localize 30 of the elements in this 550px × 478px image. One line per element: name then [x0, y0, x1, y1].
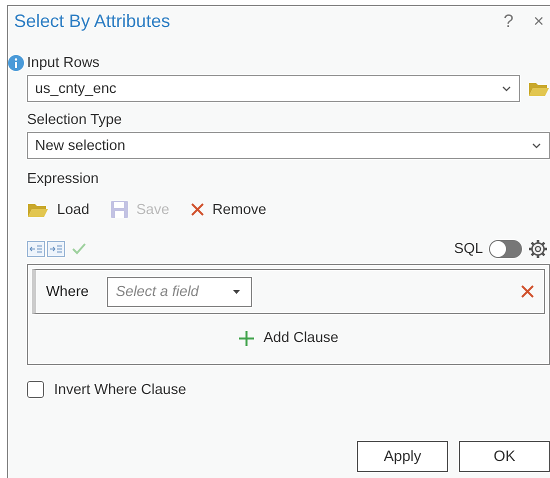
check-icon[interactable]	[72, 243, 86, 255]
selection-type-dropdown[interactable]: New selection	[27, 132, 550, 159]
indent-icons-drawing[interactable]	[27, 241, 65, 257]
section-label: Expression	[27, 170, 100, 188]
plus-icon	[238, 330, 254, 346]
field-dropdown[interactable]: Select a field	[106, 276, 252, 306]
sql-toggle[interactable]	[489, 240, 522, 258]
add-clause-button[interactable]: Add Clause	[232, 329, 344, 347]
checkbox[interactable]	[27, 381, 44, 398]
clause-keyword: Where	[46, 284, 89, 300]
settings-icon[interactable]	[528, 239, 548, 259]
sql-label: SQL	[454, 241, 483, 257]
window-title: Select By Attributes	[14, 10, 170, 32]
folder-icon	[27, 202, 49, 218]
toolbar-button[interactable]: Load	[27, 201, 90, 218]
dialog-button[interactable]: OK	[459, 441, 550, 472]
checkbox-label: Invert Where Clause	[54, 382, 186, 398]
help-button[interactable]: ?	[499, 10, 518, 32]
toolbar-button[interactable]: Remove	[191, 201, 266, 218]
chevron-down-icon	[532, 142, 541, 148]
close-icon	[191, 203, 204, 216]
caret-icon	[232, 290, 240, 294]
chevron-down-icon	[502, 86, 511, 92]
close-button[interactable]: ×	[529, 10, 548, 32]
field-label: Selection Type	[27, 111, 123, 129]
dialog-button[interactable]: Apply	[357, 441, 448, 472]
input-rows-dropdown[interactable]: us_cnty_enc	[27, 75, 520, 102]
remove-clause-icon[interactable]	[521, 285, 534, 298]
folder-icon[interactable]	[528, 80, 550, 96]
field-label: Input Rows	[27, 54, 100, 72]
